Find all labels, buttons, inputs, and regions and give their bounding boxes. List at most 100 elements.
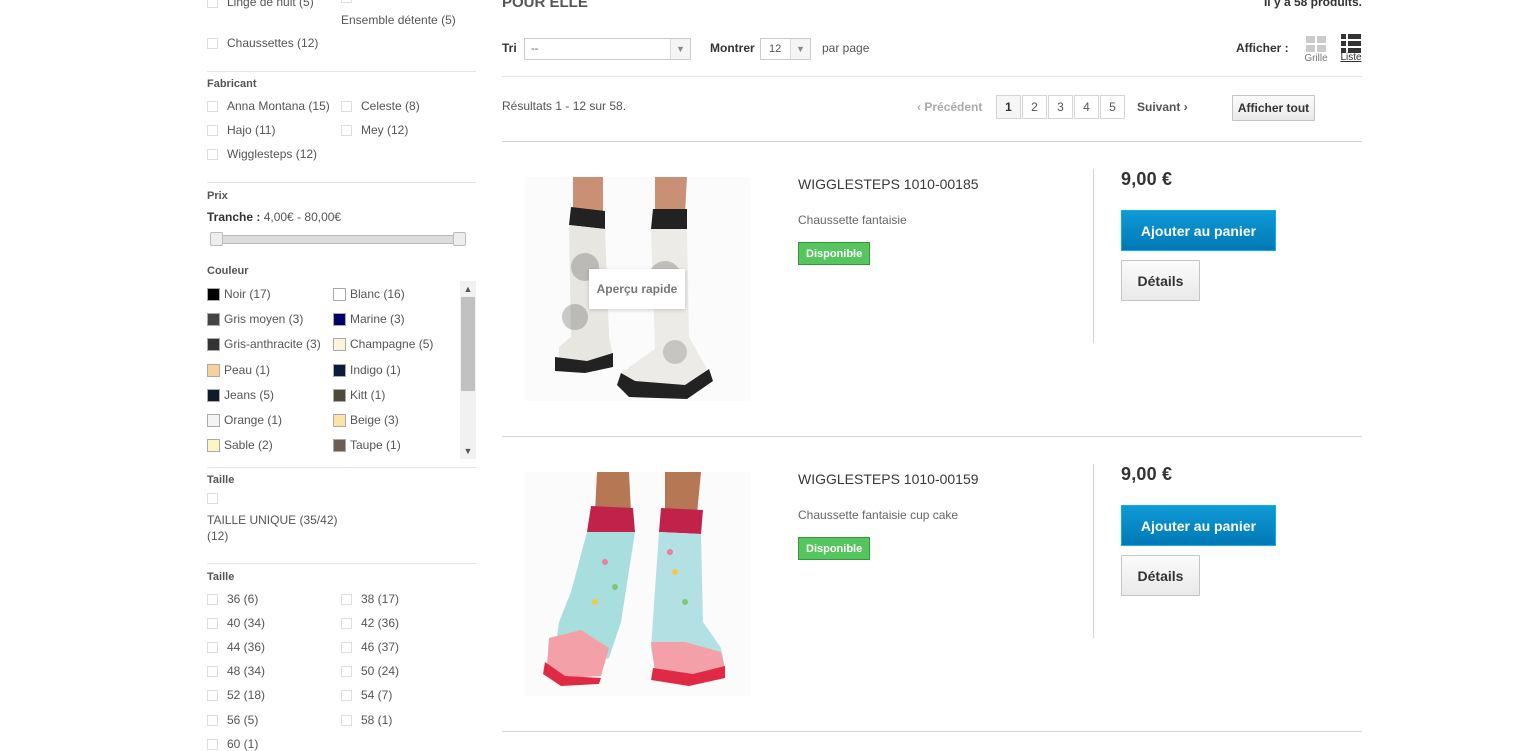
price-slider-track[interactable] — [212, 235, 466, 244]
checkbox[interactable] — [207, 641, 218, 653]
color-swatch[interactable] — [207, 438, 220, 452]
color-item-orange[interactable]: Orange (1) — [207, 413, 282, 427]
details-button[interactable]: Détails — [1121, 260, 1200, 301]
filter-item-size-36[interactable]: 36 (6) — [207, 592, 258, 606]
checkbox[interactable] — [207, 148, 218, 160]
color-item-gris-moyen[interactable]: Gris moyen (3) — [207, 312, 303, 326]
pagination-next[interactable]: Suivant › — [1137, 100, 1188, 114]
filter-item-size-44[interactable]: 44 (36) — [207, 640, 265, 654]
filter-item-size-42[interactable]: 42 (36) — [341, 616, 399, 630]
scroll-up-icon[interactable]: ▲ — [460, 282, 476, 296]
filter-item-taille-unique-checkbox[interactable] — [207, 493, 218, 504]
product-name[interactable]: WIGGLESTEPS 1010-00185 — [798, 176, 979, 192]
color-swatch[interactable] — [207, 337, 220, 351]
filter-item-wigglesteps[interactable]: Wigglesteps (12) — [207, 147, 317, 161]
pagination-previous[interactable]: ‹ Précédent — [917, 100, 982, 114]
filter-item-size-40[interactable]: 40 (34) — [207, 616, 265, 630]
color-swatch[interactable] — [333, 438, 346, 452]
color-item-beige[interactable]: Beige (3) — [333, 413, 399, 427]
checkbox[interactable] — [341, 665, 352, 677]
color-swatch[interactable] — [207, 287, 220, 301]
color-item-kitt[interactable]: Kitt (1) — [333, 388, 385, 402]
add-to-cart-button[interactable]: Ajouter au panier — [1121, 210, 1276, 251]
page-button[interactable]: 1 — [996, 95, 1021, 119]
checkbox[interactable] — [207, 593, 218, 605]
checkbox[interactable] — [207, 714, 218, 726]
checkbox[interactable] — [341, 593, 352, 605]
color-swatch[interactable] — [333, 363, 346, 377]
page-button[interactable]: 2 — [1022, 95, 1047, 119]
color-swatch[interactable] — [207, 312, 220, 326]
show-all-button[interactable]: Afficher tout — [1232, 95, 1315, 121]
filter-item-mey[interactable]: Mey (12) — [341, 123, 408, 137]
color-item-peau[interactable]: Peau (1) — [207, 363, 270, 377]
color-swatch[interactable] — [207, 413, 220, 427]
filter-item-linge-de-nuit[interactable]: Linge de nuit (5) — [207, 0, 314, 9]
quick-view-button[interactable]: Aperçu rapide — [589, 269, 685, 309]
checkbox[interactable] — [341, 100, 352, 112]
filter-item-size-56[interactable]: 56 (5) — [207, 713, 258, 727]
filter-item-taille-unique[interactable]: TAILLE UNIQUE (35/42) (12) — [207, 512, 338, 544]
checkbox[interactable] — [341, 689, 352, 701]
filter-item-size-50[interactable]: 50 (24) — [341, 664, 399, 678]
checkbox[interactable] — [341, 641, 352, 653]
filter-item-size-52[interactable]: 52 (18) — [207, 688, 265, 702]
checkbox[interactable] — [207, 124, 218, 136]
checkbox[interactable] — [207, 100, 218, 112]
filter-item-size-54[interactable]: 54 (7) — [341, 688, 392, 702]
color-item-sable[interactable]: Sable (2) — [207, 438, 273, 452]
price-slider-min-handle[interactable] — [210, 232, 223, 246]
color-item-jeans[interactable]: Jeans (5) — [207, 388, 274, 402]
filter-item-size-38[interactable]: 38 (17) — [341, 592, 399, 606]
view-list-button[interactable]: Liste — [1339, 33, 1363, 63]
color-item-gris-anthracite[interactable]: Gris-anthracite (3) — [207, 337, 321, 351]
color-swatch[interactable] — [207, 388, 220, 402]
color-item-noir[interactable]: Noir (17) — [207, 287, 271, 301]
filter-item-size-46[interactable]: 46 (37) — [341, 640, 399, 654]
per-page-select[interactable]: 12 ▼ — [760, 38, 811, 60]
filter-item-hajo[interactable]: Hajo (11) — [207, 123, 275, 137]
color-item-blanc[interactable]: Blanc (16) — [333, 287, 405, 301]
color-swatch[interactable] — [333, 337, 346, 351]
price-slider-max-handle[interactable] — [453, 232, 466, 246]
sort-select[interactable]: -- ▼ — [524, 38, 691, 60]
page-button[interactable]: 4 — [1074, 95, 1099, 119]
color-item-indigo[interactable]: Indigo (1) — [333, 363, 401, 377]
product-image[interactable] — [525, 472, 750, 696]
details-button[interactable]: Détails — [1121, 555, 1200, 596]
filter-item-chaussettes[interactable]: Chaussettes (12) — [207, 36, 318, 50]
color-item-taupe[interactable]: Taupe (1) — [333, 438, 401, 452]
filter-item-size-48[interactable]: 48 (34) — [207, 664, 265, 678]
filter-item-anna-montana[interactable]: Anna Montana (15) — [207, 99, 330, 113]
color-swatch[interactable] — [333, 388, 346, 402]
checkbox[interactable] — [207, 0, 218, 8]
view-grid-button[interactable]: Grille — [1303, 35, 1329, 64]
filter-item-label: TAILLE UNIQUE (35/42) — [207, 513, 338, 527]
checkbox[interactable] — [207, 738, 218, 750]
checkbox[interactable] — [207, 617, 218, 629]
checkbox[interactable] — [341, 714, 352, 726]
checkbox[interactable] — [207, 493, 218, 504]
filter-item-size-58[interactable]: 58 (1) — [341, 713, 392, 727]
add-to-cart-button[interactable]: Ajouter au panier — [1121, 505, 1276, 546]
filter-item-size-60[interactable]: 60 (1) — [207, 737, 258, 751]
checkbox[interactable] — [207, 37, 218, 49]
checkbox[interactable] — [341, 124, 352, 136]
page-button[interactable]: 5 — [1100, 95, 1125, 119]
checkbox[interactable] — [207, 689, 218, 701]
scrollbar-thumb[interactable] — [461, 297, 475, 391]
color-swatch[interactable] — [333, 287, 346, 301]
color-swatch[interactable] — [333, 312, 346, 326]
color-item-marine[interactable]: Marine (3) — [333, 312, 405, 326]
checkbox[interactable] — [341, 617, 352, 629]
checkbox[interactable] — [207, 665, 218, 677]
color-item-champagne[interactable]: Champagne (5) — [333, 337, 433, 351]
color-swatch[interactable] — [207, 363, 220, 377]
checkbox[interactable] — [341, 0, 352, 3]
scroll-down-icon[interactable]: ▼ — [460, 444, 476, 458]
product-name[interactable]: WIGGLESTEPS 1010-00159 — [798, 471, 979, 487]
color-swatch[interactable] — [333, 413, 346, 427]
filter-item-celeste[interactable]: Celeste (8) — [341, 99, 420, 113]
filter-item-ensemble-detente-checkbox[interactable] — [341, 0, 352, 3]
page-button[interactable]: 3 — [1048, 95, 1073, 119]
